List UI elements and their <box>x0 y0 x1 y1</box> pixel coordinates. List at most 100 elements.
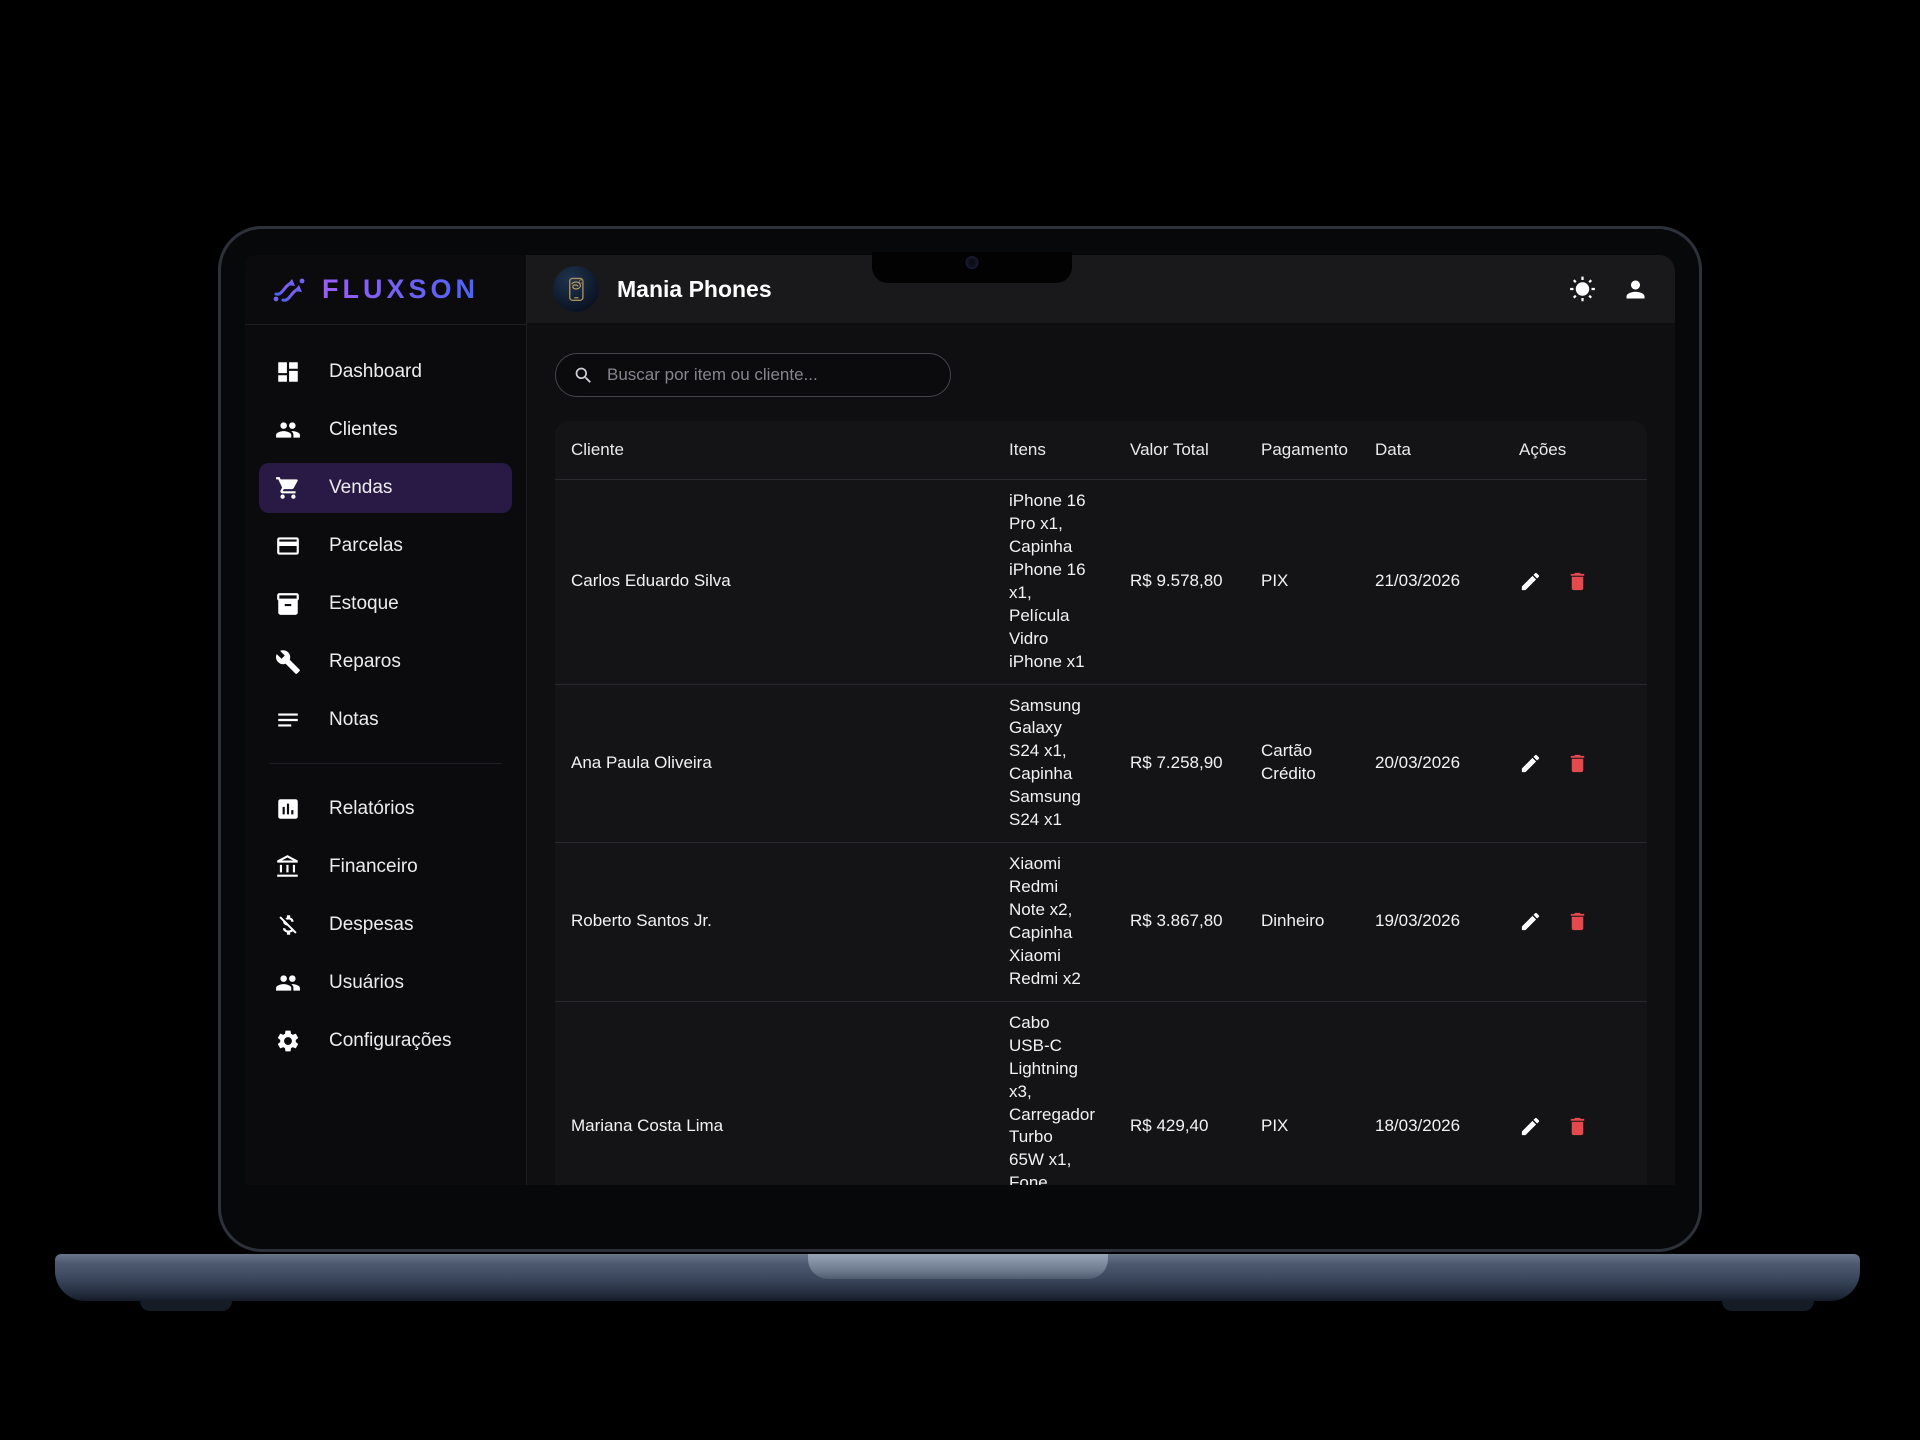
pencil-icon <box>1519 752 1542 775</box>
edit-button[interactable] <box>1519 752 1542 775</box>
column-header: Cliente <box>555 421 993 480</box>
sidebar-item-configuracoes[interactable]: Configurações <box>259 1016 512 1066</box>
edit-button[interactable] <box>1519 910 1542 933</box>
bank-icon <box>275 854 301 880</box>
inventory-icon <box>275 591 301 617</box>
cell-itens: Samsung Galaxy S24 x1, Capinha Samsung S… <box>993 684 1114 843</box>
trash-icon <box>1566 910 1589 933</box>
table-row: Carlos Eduardo Silva iPhone 16 Pro x1, C… <box>555 480 1647 685</box>
cell-cliente: Mariana Costa Lima <box>555 1001 993 1185</box>
sidebar-nav-primary: Dashboard Clientes Vendas Parcelas Estoq… <box>245 325 526 753</box>
cell-acoes <box>1503 843 1647 1002</box>
cell-valor-total: R$ 7.258,90 <box>1114 684 1245 843</box>
cell-valor-total: R$ 9.578,80 <box>1114 480 1245 685</box>
cell-pagamento: Cartão Crédito <box>1245 684 1359 843</box>
trash-icon <box>1566 570 1589 593</box>
content-area: ClienteItensValor TotalPagamentoDataAçõe… <box>527 323 1675 1185</box>
cell-valor-total: R$ 3.867,80 <box>1114 843 1245 1002</box>
sidebar-item-usuarios[interactable]: Usuários <box>259 958 512 1008</box>
camera-notch <box>872 252 1072 283</box>
edit-button[interactable] <box>1519 570 1542 593</box>
app-window: FLUXSON Dashboard Clientes Vendas Parcel… <box>245 255 1675 1185</box>
gear-icon <box>275 1028 301 1054</box>
column-header: Ações <box>1503 421 1647 480</box>
delete-button[interactable] <box>1566 570 1589 593</box>
cell-itens: Cabo USB-C Lightning x3, Carregador Turb… <box>993 1001 1114 1185</box>
cell-pagamento: PIX <box>1245 480 1359 685</box>
bar-chart-icon <box>275 796 301 822</box>
edit-button[interactable] <box>1519 1115 1542 1138</box>
header-actions <box>1569 276 1649 303</box>
group-icon <box>275 417 301 443</box>
light-mode-button[interactable] <box>1569 276 1596 303</box>
laptop-base <box>55 1254 1860 1301</box>
delete-button[interactable] <box>1566 1115 1589 1138</box>
cell-itens: iPhone 16 Pro x1, Capinha iPhone 16 x1, … <box>993 480 1114 685</box>
sidebar-item-estoque[interactable]: Estoque <box>259 579 512 629</box>
laptop-foot-left <box>140 1300 232 1311</box>
cell-acoes <box>1503 480 1647 685</box>
cell-data: 19/03/2026 <box>1359 843 1503 1002</box>
sidebar-item-clientes[interactable]: Clientes <box>259 405 512 455</box>
cell-data: 20/03/2026 <box>1359 684 1503 843</box>
fluxson-logo-icon <box>271 274 307 306</box>
main-area: Mania Phones <box>527 255 1675 1185</box>
sidebar-divider <box>269 763 502 764</box>
user-account-button[interactable] <box>1622 276 1649 303</box>
sidebar-item-vendas[interactable]: Vendas <box>259 463 512 513</box>
sun-icon <box>1569 276 1596 303</box>
wrench-icon <box>275 649 301 675</box>
cell-cliente: Carlos Eduardo Silva <box>555 480 993 685</box>
webcam-dot <box>966 256 979 269</box>
cell-cliente: Roberto Santos Jr. <box>555 843 993 1002</box>
search-input[interactable] <box>607 365 933 385</box>
laptop-lid-notch <box>808 1254 1108 1279</box>
top-header: Mania Phones <box>527 255 1675 323</box>
table-row: Ana Paula Oliveira Samsung Galaxy S24 x1… <box>555 684 1647 843</box>
cart-icon <box>275 475 301 501</box>
group-icon <box>275 970 301 996</box>
search-icon <box>573 365 594 386</box>
brand-name: FLUXSON <box>322 274 479 305</box>
cell-cliente: Ana Paula Oliveira <box>555 684 993 843</box>
store-avatar <box>553 266 599 312</box>
delete-button[interactable] <box>1566 910 1589 933</box>
sidebar-item-parcelas[interactable]: Parcelas <box>259 521 512 571</box>
sidebar-item-despesas[interactable]: Despesas <box>259 900 512 950</box>
sidebar-nav-secondary: Relatórios Financeiro Despesas Usuários … <box>245 784 526 1074</box>
notes-icon <box>275 707 301 733</box>
sidebar-item-financeiro[interactable]: Financeiro <box>259 842 512 892</box>
credit-card-icon <box>275 533 301 559</box>
pencil-icon <box>1519 910 1542 933</box>
search-bar[interactable] <box>555 353 951 397</box>
cell-pagamento: PIX <box>1245 1001 1359 1185</box>
trash-icon <box>1566 1115 1589 1138</box>
sidebar-item-dashboard[interactable]: Dashboard <box>259 347 512 397</box>
sidebar-item-notas[interactable]: Notas <box>259 695 512 745</box>
sales-table: ClienteItensValor TotalPagamentoDataAçõe… <box>555 421 1647 1185</box>
cell-data: 21/03/2026 <box>1359 480 1503 685</box>
page-title: Mania Phones <box>617 276 772 303</box>
laptop-foot-right <box>1722 1300 1814 1311</box>
column-header: Pagamento <box>1245 421 1359 480</box>
sidebar: FLUXSON Dashboard Clientes Vendas Parcel… <box>245 255 527 1185</box>
dashboard-icon <box>275 359 301 385</box>
column-header: Itens <box>993 421 1114 480</box>
table-row: Roberto Santos Jr. Xiaomi Redmi Note x2,… <box>555 843 1647 1002</box>
sidebar-item-reparos[interactable]: Reparos <box>259 637 512 687</box>
delete-button[interactable] <box>1566 752 1589 775</box>
cell-data: 18/03/2026 <box>1359 1001 1503 1185</box>
cell-acoes <box>1503 684 1647 843</box>
pencil-icon <box>1519 570 1542 593</box>
pencil-icon <box>1519 1115 1542 1138</box>
column-header: Valor Total <box>1114 421 1245 480</box>
table-row: Mariana Costa Lima Cabo USB-C Lightning … <box>555 1001 1647 1185</box>
sales-table-card: ClienteItensValor TotalPagamentoDataAçõe… <box>555 421 1647 1185</box>
table-header-row: ClienteItensValor TotalPagamentoDataAçõe… <box>555 421 1647 480</box>
column-header: Data <box>1359 421 1503 480</box>
brand: FLUXSON <box>245 255 526 325</box>
sidebar-item-relatorios[interactable]: Relatórios <box>259 784 512 834</box>
user-icon <box>1622 276 1649 303</box>
money-off-icon <box>275 912 301 938</box>
cell-acoes <box>1503 1001 1647 1185</box>
